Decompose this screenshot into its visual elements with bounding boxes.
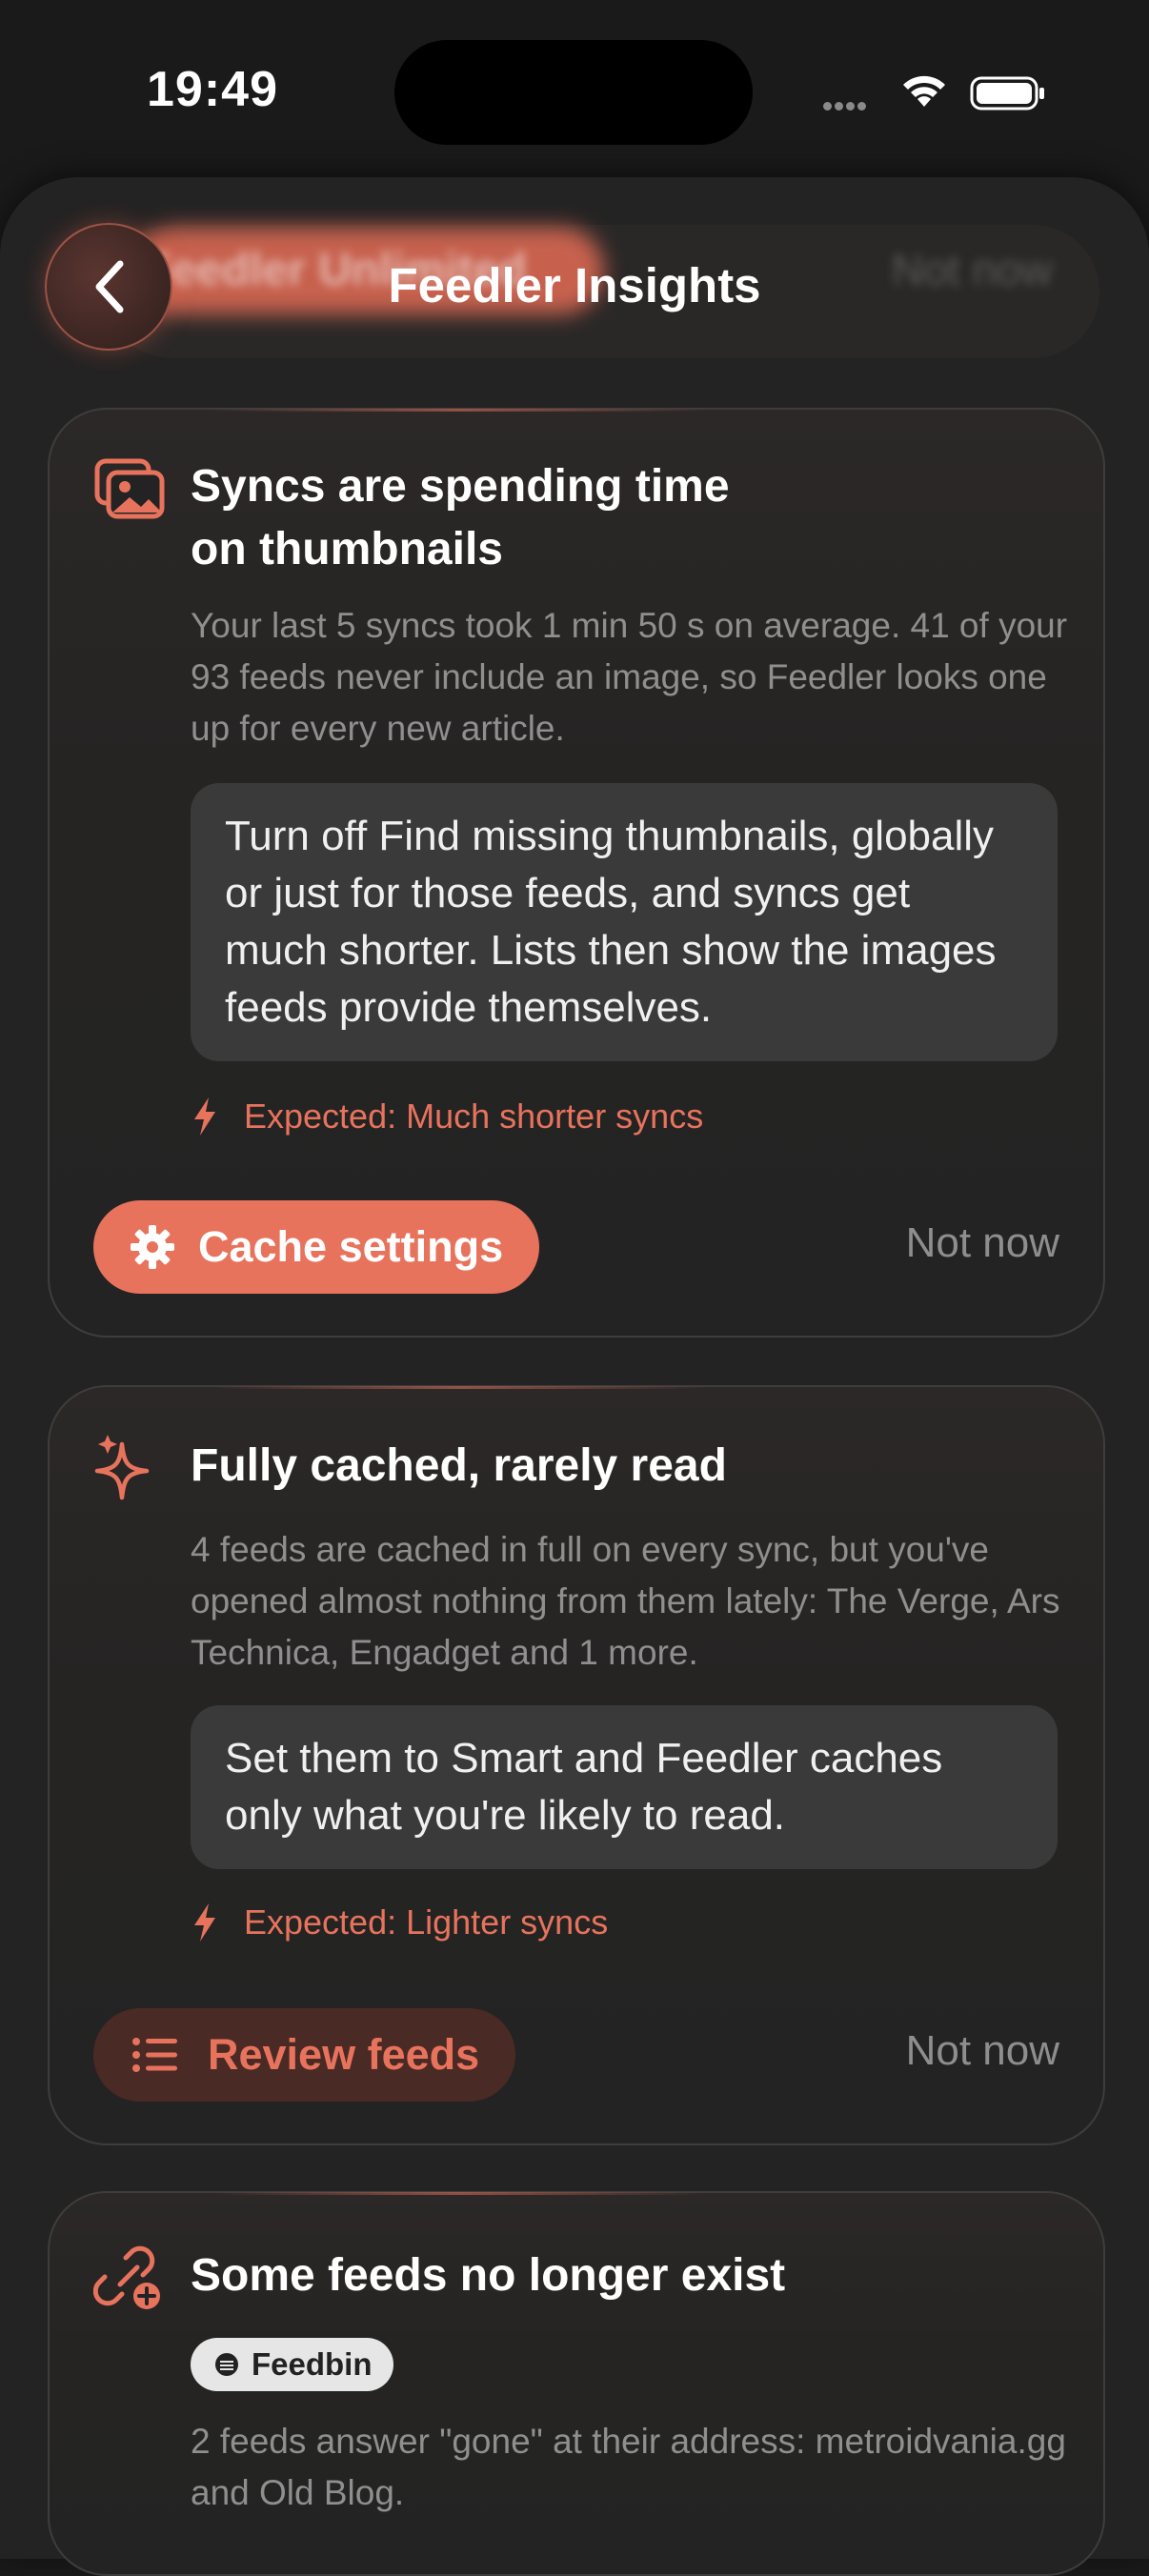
expected-outcome: Expected: Much shorter syncs: [191, 1088, 703, 1145]
bolt-icon: [194, 1903, 215, 1942]
card-title-line: on thumbnails: [191, 524, 503, 574]
card-title: Fully cached, rarely read: [191, 1440, 727, 1491]
cache-settings-label: Cache settings: [198, 1222, 504, 1271]
insight-card-fully-cached: Fully cached, rarely read 4 feeds are ca…: [48, 1385, 1105, 2145]
review-feeds-label: Review feeds: [208, 2030, 480, 2079]
service-badge-label: Feedbin: [252, 2346, 373, 2382]
card-description: Your last 5 syncs took 1 min 50 s on ave…: [191, 606, 1068, 748]
wifi-icon: [903, 75, 945, 107]
page-title: Feedler Insights: [388, 258, 761, 312]
card-description: 2 feeds answer "gone" at their address: …: [191, 2422, 1066, 2512]
gear-icon: [131, 1225, 174, 1269]
cellular-signal-icon: [823, 98, 869, 115]
bolt-icon: [194, 1097, 215, 1136]
card-description: 4 feeds are cached in full on every sync…: [191, 1530, 1060, 1672]
expected-outcome-label: Expected: Lighter syncs: [244, 1902, 609, 1942]
card-title: Syncs are spending time on thumbnails: [191, 455, 896, 581]
sparkles-icon: [94, 1435, 150, 1500]
card-title: Some feeds no longer exist: [191, 2250, 786, 2301]
status-bar: 19:49: [0, 0, 1149, 181]
link-add-icon: [93, 2245, 160, 2309]
feedbin-icon: [215, 2353, 238, 2376]
cache-settings-button[interactable]: Cache settings: [93, 1200, 540, 1294]
photo-stack-icon: [94, 458, 165, 519]
status-time: 19:49: [147, 62, 278, 117]
insight-card-thumbnails: Syncs are spending time on thumbnails Yo…: [48, 408, 1105, 1338]
dynamic-island: [394, 40, 753, 145]
service-badge: Feedbin: [191, 2338, 393, 2391]
suggestion-box: Set them to Smart and Feedler caches onl…: [191, 1705, 1058, 1869]
suggestion-box: Turn off Find missing thumbnails, global…: [191, 783, 1058, 1061]
card-title-line: Syncs are spending time: [191, 461, 730, 512]
not-now-button[interactable]: Not now: [906, 1219, 1059, 1267]
insight-card-missing-feeds: Some feeds no longer exist Feedbin 2 fee…: [48, 2191, 1105, 2576]
battery-icon: [970, 76, 1044, 111]
list-icon: [132, 2038, 177, 2072]
review-feeds-button[interactable]: Review feeds: [93, 2008, 516, 2102]
not-now-button[interactable]: Not now: [906, 2027, 1059, 2075]
expected-outcome: Expected: Lighter syncs: [191, 1894, 608, 1951]
expected-outcome-label: Expected: Much shorter syncs: [244, 1097, 704, 1136]
